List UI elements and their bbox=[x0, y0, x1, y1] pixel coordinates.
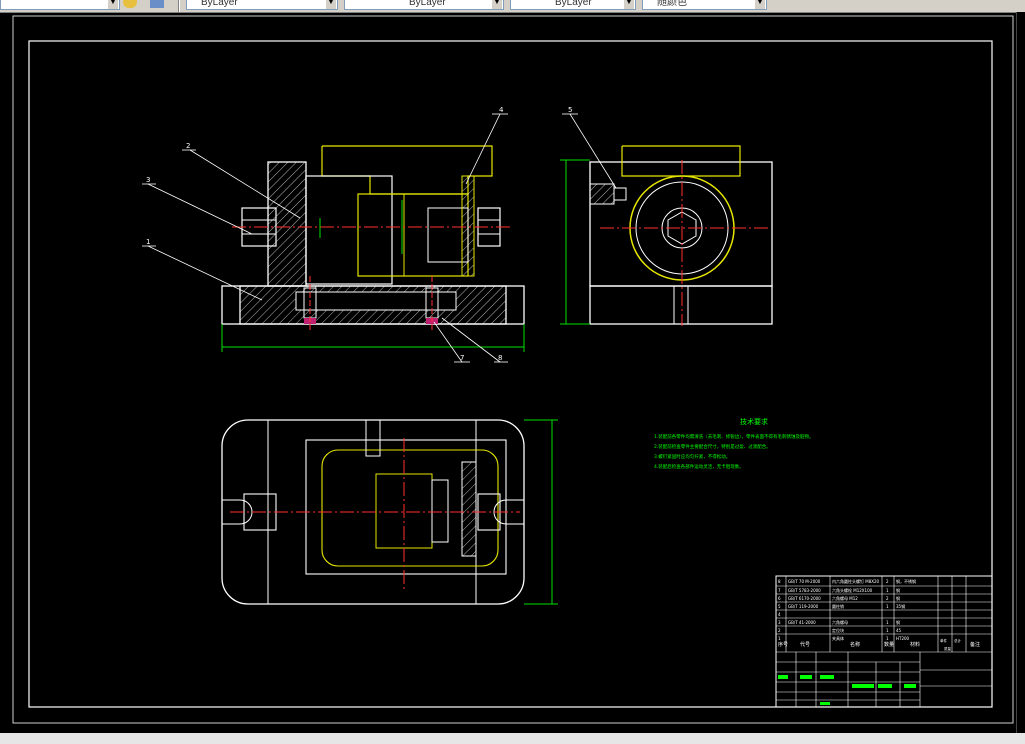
tech-title: 技术要求 bbox=[740, 417, 768, 426]
balloon-2: 2 bbox=[186, 142, 190, 150]
top-view bbox=[221, 419, 558, 605]
row-qty: 2 bbox=[886, 596, 889, 601]
header-seq: 序号 bbox=[778, 641, 788, 648]
header-unit: 单件 bbox=[940, 638, 948, 643]
vertical-scrollbar[interactable] bbox=[1016, 12, 1025, 744]
row-no: 1 bbox=[778, 636, 781, 641]
row-name: 六角螺母 bbox=[832, 619, 848, 625]
tech-line-3: 3.螺钉紧固时应均匀拧紧，不得松动。 bbox=[654, 453, 730, 460]
header-total: 总计 bbox=[954, 638, 962, 643]
row-code: GB/T 5783-2000 bbox=[788, 588, 821, 593]
title-block-header: 序号 代号 名称 数量 材料 单件 总计 质量 备注 bbox=[778, 638, 980, 651]
row-no: 6 bbox=[778, 596, 781, 601]
row-qty: 1 bbox=[886, 588, 889, 593]
toolbar-separator bbox=[178, 0, 180, 12]
row-no: 4 bbox=[778, 612, 781, 617]
row-material: 45 bbox=[896, 628, 902, 633]
row-no: 5 bbox=[778, 604, 781, 609]
header-material: 材料 bbox=[910, 641, 920, 648]
row-name: 六角螺母 M12 bbox=[832, 595, 858, 601]
chevron-down-icon[interactable]: ▼ bbox=[755, 0, 765, 9]
linetype-combo-value: ByLayer bbox=[409, 0, 446, 8]
row-qty: 1 bbox=[886, 604, 889, 609]
side-view bbox=[560, 113, 773, 326]
title-block-rows: 8 GB/T 70 M-2000 内六角圆柱头螺钉 M8X20 2 钢，不锈钢 … bbox=[778, 578, 916, 641]
lineweight-combo-value: ByLayer bbox=[555, 0, 592, 8]
row-name: 定位块 bbox=[832, 627, 844, 633]
technical-requirements: 技术要求 1.装配前各零件均需清洗（去毛刺、修锐边），零件表面不得有毛刺锈蚀及脏… bbox=[654, 417, 814, 470]
row-qty: 1 bbox=[886, 636, 889, 641]
sheet-border bbox=[12, 15, 1014, 724]
row-code: GB/T 6170-2000 bbox=[788, 596, 821, 601]
plotstyle-combo[interactable]: 随颜色 ▼ bbox=[642, 0, 767, 10]
header-note: 备注 bbox=[970, 641, 980, 648]
row-name: 六角头螺栓 M12X100 bbox=[832, 587, 873, 593]
layer-combo[interactable]: ▼ bbox=[0, 0, 120, 10]
balloon-7: 7 bbox=[460, 354, 464, 362]
row-material: 钢，不锈钢 bbox=[896, 578, 916, 584]
status-strip bbox=[0, 733, 1025, 744]
layer-previous-icon[interactable] bbox=[150, 0, 164, 8]
row-qty: 2 bbox=[886, 579, 889, 584]
linetype-combo[interactable]: ByLayer ▼ bbox=[344, 0, 504, 10]
chevron-down-icon[interactable]: ▼ bbox=[624, 0, 634, 9]
header-qty: 数量 bbox=[884, 641, 894, 648]
color-combo[interactable]: ByLayer ▼ bbox=[186, 0, 338, 10]
row-name: 夹具体 bbox=[832, 635, 844, 641]
row-qty: 1 bbox=[886, 628, 889, 633]
title-block: 8 GB/T 70 M-2000 内六角圆柱头螺钉 M8X20 2 钢，不锈钢 … bbox=[775, 575, 993, 708]
row-material: 35钢 bbox=[896, 603, 905, 609]
plotstyle-combo-value: 随颜色 bbox=[657, 0, 687, 8]
row-material: 钢 bbox=[896, 587, 900, 593]
row-no: 8 bbox=[778, 579, 781, 584]
color-combo-value: ByLayer bbox=[201, 0, 238, 8]
row-no: 7 bbox=[778, 588, 781, 593]
balloon-1: 1 bbox=[146, 238, 150, 246]
tech-line-1: 1.装配前各零件均需清洗（去毛刺、修锐边），零件表面不得有毛刺锈蚀及脏物。 bbox=[654, 433, 814, 440]
balloon-5: 5 bbox=[568, 106, 572, 114]
header-weight: 质量 bbox=[944, 646, 952, 651]
row-qty: 1 bbox=[886, 620, 889, 625]
drawing-frame bbox=[28, 40, 993, 708]
chevron-down-icon[interactable]: ▼ bbox=[326, 0, 336, 9]
row-name: 内六角圆柱头螺钉 M8X20 bbox=[832, 578, 880, 584]
chevron-down-icon[interactable]: ▼ bbox=[108, 0, 118, 9]
drawing-canvas[interactable]: 2 3 1 4 5 7 8 技术要求 1.装配前各零件均需清洗（去毛刺、修锐边）… bbox=[0, 12, 1016, 733]
row-name: 圆柱销 bbox=[832, 603, 844, 609]
row-code: GB/T 70 M-2000 bbox=[788, 579, 821, 584]
row-no: 2 bbox=[778, 628, 781, 633]
lineweight-combo[interactable]: ByLayer ▼ bbox=[510, 0, 636, 10]
balloon-3: 3 bbox=[146, 176, 150, 184]
row-code: GB/T 41-2000 bbox=[788, 620, 816, 625]
tech-line-2: 2.装配前检查零件主要配合尺寸，特别是过盈、过渡配合。 bbox=[654, 443, 771, 450]
row-material: 钢 bbox=[896, 619, 900, 625]
row-no: 3 bbox=[778, 620, 781, 625]
row-material: 钢 bbox=[896, 595, 900, 601]
header-name: 名称 bbox=[850, 641, 860, 648]
tech-line-4: 4.装配后检查各部件运动灵活，无卡阻现象。 bbox=[654, 463, 744, 470]
row-material: HT200 bbox=[896, 636, 910, 641]
header-code: 代号 bbox=[800, 641, 810, 648]
layer-state-icon[interactable] bbox=[123, 0, 137, 8]
row-code: GB/T 119-2000 bbox=[788, 604, 819, 609]
balloon-4: 4 bbox=[499, 106, 504, 114]
chevron-down-icon[interactable]: ▼ bbox=[492, 0, 502, 9]
balloon-8: 8 bbox=[498, 354, 502, 362]
front-view bbox=[142, 113, 525, 363]
